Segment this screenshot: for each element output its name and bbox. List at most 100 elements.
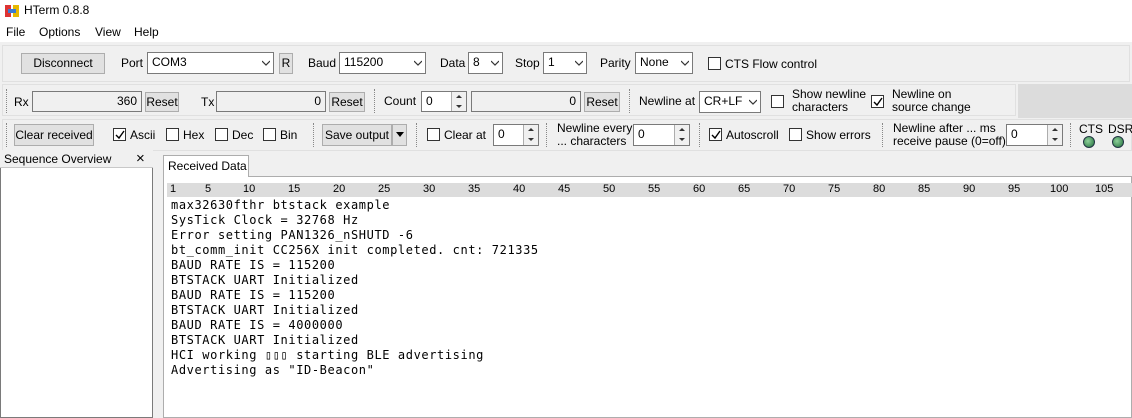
show-newline-label: Show newline characters: [792, 87, 867, 114]
data-bits-label: Data: [440, 56, 466, 70]
tab-received-data-label: Received Data: [168, 159, 247, 173]
terminal-line: BAUD RATE IS = 4000000: [171, 318, 344, 332]
show-newline-checkbox[interactable]: [771, 95, 784, 108]
ruler-mark: 45: [558, 183, 571, 195]
spin-up-icon[interactable]: [452, 92, 466, 101]
port-select[interactable]: COM3: [147, 52, 274, 74]
chevron-down-icon: [262, 60, 270, 66]
sequence-overview-header: Sequence Overview ×: [0, 150, 153, 168]
window-title: HTerm 0.8.8: [24, 3, 90, 17]
menu-help[interactable]: Help: [134, 25, 159, 39]
toolbar-grip[interactable]: [629, 89, 632, 113]
newline-after-value: 0: [1011, 127, 1018, 141]
terminal-line: SysTick Clock = 32768 Hz: [171, 213, 359, 227]
count-input[interactable]: 0: [421, 91, 467, 112]
toolbar-grip[interactable]: [313, 123, 316, 147]
save-output-button[interactable]: Save output: [322, 124, 392, 146]
count-reset-button[interactable]: Reset: [584, 92, 620, 112]
count-label: Count: [384, 94, 417, 108]
tx-counter: 0: [216, 91, 326, 112]
stop-bits-value: 1: [548, 55, 555, 69]
rx-reset-button[interactable]: Reset: [145, 92, 179, 112]
tab-received-data[interactable]: Received Data: [163, 155, 249, 177]
newline-at-label: Newline at: [639, 94, 696, 108]
ruler-mark: 90: [963, 183, 976, 195]
parity-label: Parity: [600, 56, 631, 70]
newline-every-input[interactable]: 0: [633, 124, 690, 146]
toolbar-grip[interactable]: [1070, 123, 1073, 147]
chevron-down-icon: [749, 99, 757, 105]
ruler-mark: 100: [1050, 183, 1069, 195]
menu-view[interactable]: View: [95, 25, 121, 39]
ruler-mark: 35: [468, 183, 481, 195]
ruler-mark: 20: [333, 183, 346, 195]
spin-down-icon[interactable]: [524, 135, 538, 144]
autoscroll-checkbox[interactable]: [709, 128, 722, 141]
menu-file[interactable]: File: [6, 25, 25, 39]
terminal-line: bt_comm_init CC256X init completed. cnt:…: [171, 243, 539, 257]
terminal-line: BTSTACK UART Initialized: [171, 303, 359, 317]
newline-after-input[interactable]: 0: [1006, 124, 1063, 146]
hex-checkbox[interactable]: [166, 128, 179, 141]
newline-every-label: Newline every... characters: [557, 121, 633, 148]
save-output-dropdown[interactable]: [392, 124, 407, 146]
newline-every-spinner[interactable]: [674, 125, 689, 145]
spin-up-icon[interactable]: [675, 125, 689, 134]
toolbar-grip[interactable]: [882, 123, 885, 147]
toolbar-grip[interactable]: [6, 123, 9, 147]
sequence-overview-title: Sequence Overview: [4, 152, 112, 166]
clear-at-input[interactable]: 0: [493, 124, 539, 146]
refresh-ports-button[interactable]: R: [279, 53, 293, 74]
newline-at-select[interactable]: CR+LF: [699, 91, 761, 113]
bin-checkbox[interactable]: [263, 128, 276, 141]
spin-down-icon[interactable]: [1048, 135, 1062, 144]
parity-value: None: [640, 55, 669, 69]
newline-after-spinner[interactable]: [1047, 125, 1062, 145]
spin-up-icon[interactable]: [524, 125, 538, 134]
cts-led-icon: [1083, 136, 1095, 148]
toolbar-grip[interactable]: [6, 89, 9, 113]
clear-at-checkbox[interactable]: [427, 128, 440, 141]
toolbar-grip[interactable]: [699, 123, 702, 147]
count-spinner[interactable]: [451, 92, 466, 111]
newline-source-checkbox[interactable]: [871, 95, 884, 108]
ruler-mark: 40: [513, 183, 526, 195]
chevron-down-icon: [681, 60, 689, 66]
close-icon[interactable]: ×: [136, 150, 145, 167]
ruler-mark: 80: [873, 183, 886, 195]
toolbar-grip[interactable]: [546, 123, 549, 147]
terminal-line: BTSTACK UART Initialized: [171, 273, 359, 287]
ruler-mark: 65: [738, 183, 751, 195]
toolbar-grip[interactable]: [374, 89, 377, 113]
clear-received-button[interactable]: Clear received: [14, 124, 94, 146]
baud-select[interactable]: 115200: [339, 52, 426, 74]
checkmark-icon: [115, 130, 125, 140]
spin-down-icon[interactable]: [675, 135, 689, 144]
ruler-mark: 5: [205, 183, 212, 195]
port-value: COM3: [152, 55, 187, 69]
dec-checkbox[interactable]: [215, 128, 228, 141]
stop-bits-select[interactable]: 1: [543, 52, 587, 74]
clear-at-spinner[interactable]: [523, 125, 538, 145]
show-errors-checkbox[interactable]: [789, 128, 802, 141]
cts-flow-checkbox[interactable]: [708, 57, 721, 70]
disconnect-button[interactable]: Disconnect: [21, 53, 105, 74]
app-icon: [5, 5, 19, 17]
sequence-overview-panel: [0, 150, 153, 418]
tx-label: Tx: [201, 95, 215, 109]
cts-flow-label: CTS Flow control: [725, 57, 818, 71]
ascii-checkbox[interactable]: [113, 128, 126, 141]
data-bits-select[interactable]: 8: [468, 52, 503, 74]
ruler-mark: 95: [1008, 183, 1021, 195]
tx-reset-button[interactable]: Reset: [329, 92, 365, 112]
menu-options[interactable]: Options: [39, 25, 80, 39]
toolbar-grip[interactable]: [416, 123, 419, 147]
spin-up-icon[interactable]: [1048, 125, 1062, 134]
parity-select[interactable]: None: [635, 52, 693, 74]
column-ruler: 1 5 10 15 20 25 30 35 40 45 50 55 60 65 …: [167, 183, 1132, 197]
ruler-mark: 1: [170, 183, 177, 195]
spin-down-icon[interactable]: [452, 102, 466, 111]
dsr-label: DSR: [1108, 122, 1132, 136]
ruler-mark: 15: [288, 183, 301, 195]
terminal-line: BTSTACK UART Initialized: [171, 333, 359, 347]
